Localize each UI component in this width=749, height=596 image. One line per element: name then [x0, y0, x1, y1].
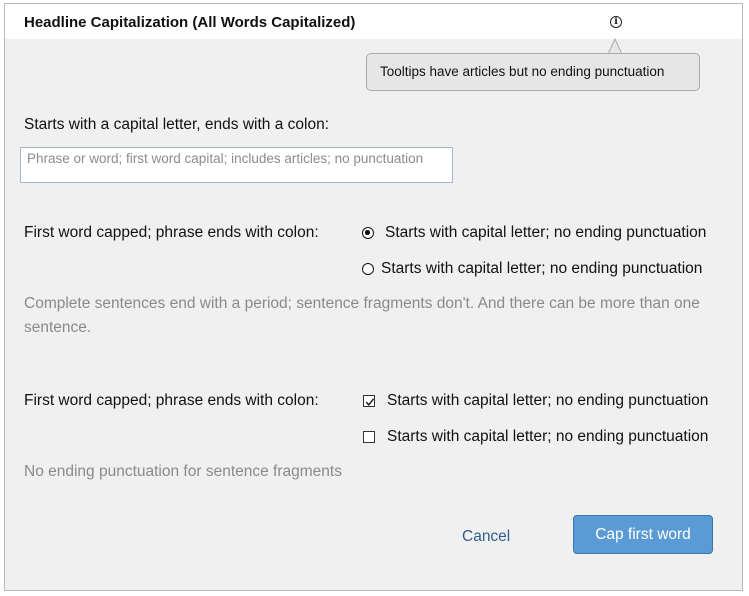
checkbox-checked-icon[interactable] — [363, 395, 375, 407]
cancel-button[interactable]: Cancel — [462, 528, 510, 546]
dialog: Headline Capitalization (All Words Capit… — [4, 3, 743, 591]
checkbox-unchecked-icon[interactable] — [363, 431, 375, 443]
cap-first-word-button[interactable]: Cap first word — [573, 515, 713, 554]
tooltip-text: Tooltips have articles but no ending pun… — [380, 64, 665, 79]
checkbox-helper-text: No ending punctuation for sentence fragm… — [24, 463, 342, 480]
radio-unselected-icon[interactable] — [362, 263, 374, 275]
radio-selected-icon[interactable] — [362, 227, 374, 239]
checkbox-group-label: First word capped; phrase ends with colo… — [24, 392, 319, 409]
title-bar: Headline Capitalization (All Words Capit… — [5, 4, 742, 39]
radio-option-label: Starts with capital letter; no ending pu… — [385, 224, 707, 241]
radio-option-label: Starts with capital letter; no ending pu… — [381, 260, 703, 277]
phrase-input[interactable]: Phrase or word; first word capital; incl… — [20, 147, 453, 183]
info-icon[interactable]: i — [610, 16, 622, 28]
text-field-label: Starts with a capital letter, ends with … — [24, 116, 329, 133]
tooltip-arrow — [607, 38, 623, 54]
checkbox-option-label: Starts with capital letter; no ending pu… — [387, 392, 709, 409]
dialog-title: Headline Capitalization (All Words Capit… — [24, 14, 356, 31]
radio-helper-text: Complete sentences end with a period; se… — [24, 295, 700, 336]
checkbox-option-label: Starts with capital letter; no ending pu… — [387, 428, 709, 445]
radio-group-label: First word capped; phrase ends with colo… — [24, 224, 319, 241]
tooltip: Tooltips have articles but no ending pun… — [366, 53, 700, 91]
